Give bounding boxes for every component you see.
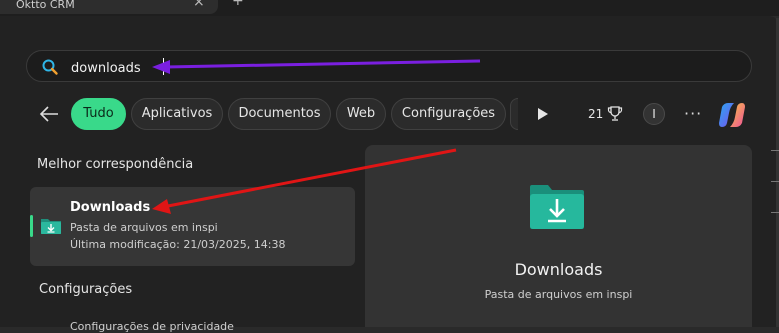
folder-download-icon [530, 185, 584, 229]
filter-chip-overflow [510, 98, 518, 130]
result-detail-panel: Downloads Pasta de arquivos em inspi [365, 145, 752, 327]
filter-chip-web[interactable]: Web [336, 98, 386, 130]
avatar[interactable]: I [643, 103, 665, 125]
filter-chip-label: Aplicativos [141, 106, 213, 121]
filter-chip-aplicativos[interactable]: Aplicativos [131, 98, 223, 130]
close-icon[interactable]: × [193, 0, 205, 10]
new-tab-icon[interactable]: + [232, 0, 244, 9]
back-arrow-icon[interactable] [38, 104, 60, 124]
filter-chip-configuracoes[interactable]: Configurações [391, 98, 506, 130]
filter-chip-documentos[interactable]: Documentos [228, 98, 331, 130]
best-match-downloads[interactable]: Downloads Pasta de arquivos em inspi Últ… [30, 187, 355, 266]
avatar-initial: I [652, 107, 656, 121]
filter-chip-tudo[interactable]: Tudo [71, 98, 126, 130]
settings-heading: Configurações [39, 282, 133, 297]
search-input[interactable] [69, 57, 673, 79]
filter-chip-label: Documentos [238, 106, 321, 121]
trophy-icon [607, 106, 623, 121]
folder-download-icon [41, 219, 61, 234]
search-bar[interactable] [26, 50, 752, 82]
result-modified-date: Última modificação: 21/03/2025, 14:38 [70, 238, 286, 251]
browser-tab[interactable]: Oktto CRM [0, 0, 218, 14]
text-caret [163, 58, 164, 75]
play-icon[interactable] [537, 107, 549, 121]
points-count: 21 [588, 107, 604, 121]
result-title: Downloads [70, 200, 151, 215]
search-icon [42, 59, 58, 75]
filter-chip-label: Web [346, 106, 376, 121]
detail-subtitle: Pasta de arquivos em inspi [484, 288, 633, 301]
filter-chip-label: Tudo [83, 106, 114, 121]
background-window-edge [771, 150, 779, 243]
filter-chip-label: Configurações [401, 106, 496, 121]
detail-title: Downloads [514, 260, 603, 279]
browser-tab-title: Oktto CRM [16, 0, 75, 11]
best-match-heading: Melhor correspondência [37, 157, 194, 172]
selection-indicator [30, 215, 33, 237]
more-icon[interactable]: ··· [684, 104, 702, 123]
browser-tab-strip: Oktto CRM × + [0, 0, 779, 16]
result-subtitle: Pasta de arquivos em inspi [70, 221, 218, 234]
copilot-icon[interactable] [716, 99, 748, 131]
